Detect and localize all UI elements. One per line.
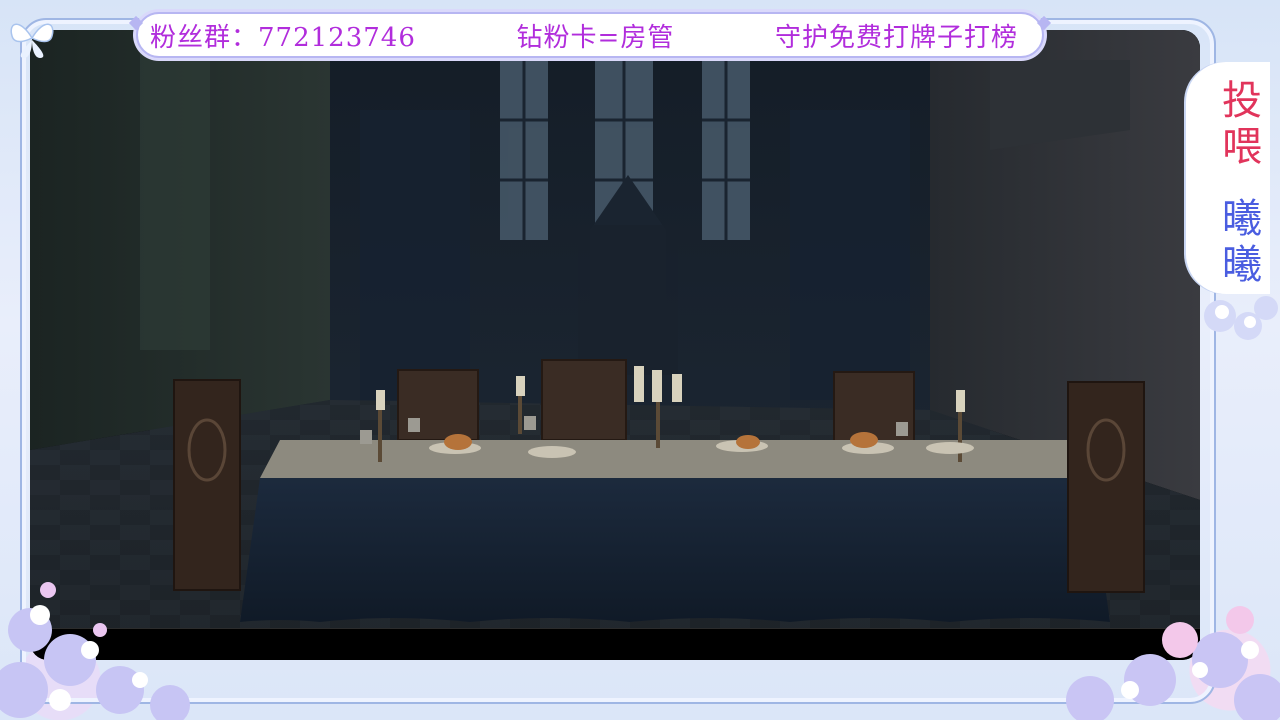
game-viewport: [30, 30, 1200, 660]
fan-group-text: 粉丝群：772123746: [150, 22, 416, 53]
flower-cluster-icon: [0, 582, 190, 720]
diamond-card-text: 钻粉卡=房管: [516, 22, 675, 53]
guard-text: 守护免费打牌子打榜: [774, 22, 1018, 53]
top-banner: 粉丝群：772123746 钻粉卡=房管 守护免费打牌子打榜: [136, 12, 1044, 58]
feed-label: 投喂: [1222, 78, 1262, 170]
flower-side-icon: [1204, 296, 1278, 340]
butterfly-icon: [10, 23, 54, 58]
streamer-name: 曦曦: [1222, 196, 1262, 288]
dining-hall-scene: [30, 30, 1200, 628]
flower-cluster-right-icon: [1066, 606, 1280, 720]
